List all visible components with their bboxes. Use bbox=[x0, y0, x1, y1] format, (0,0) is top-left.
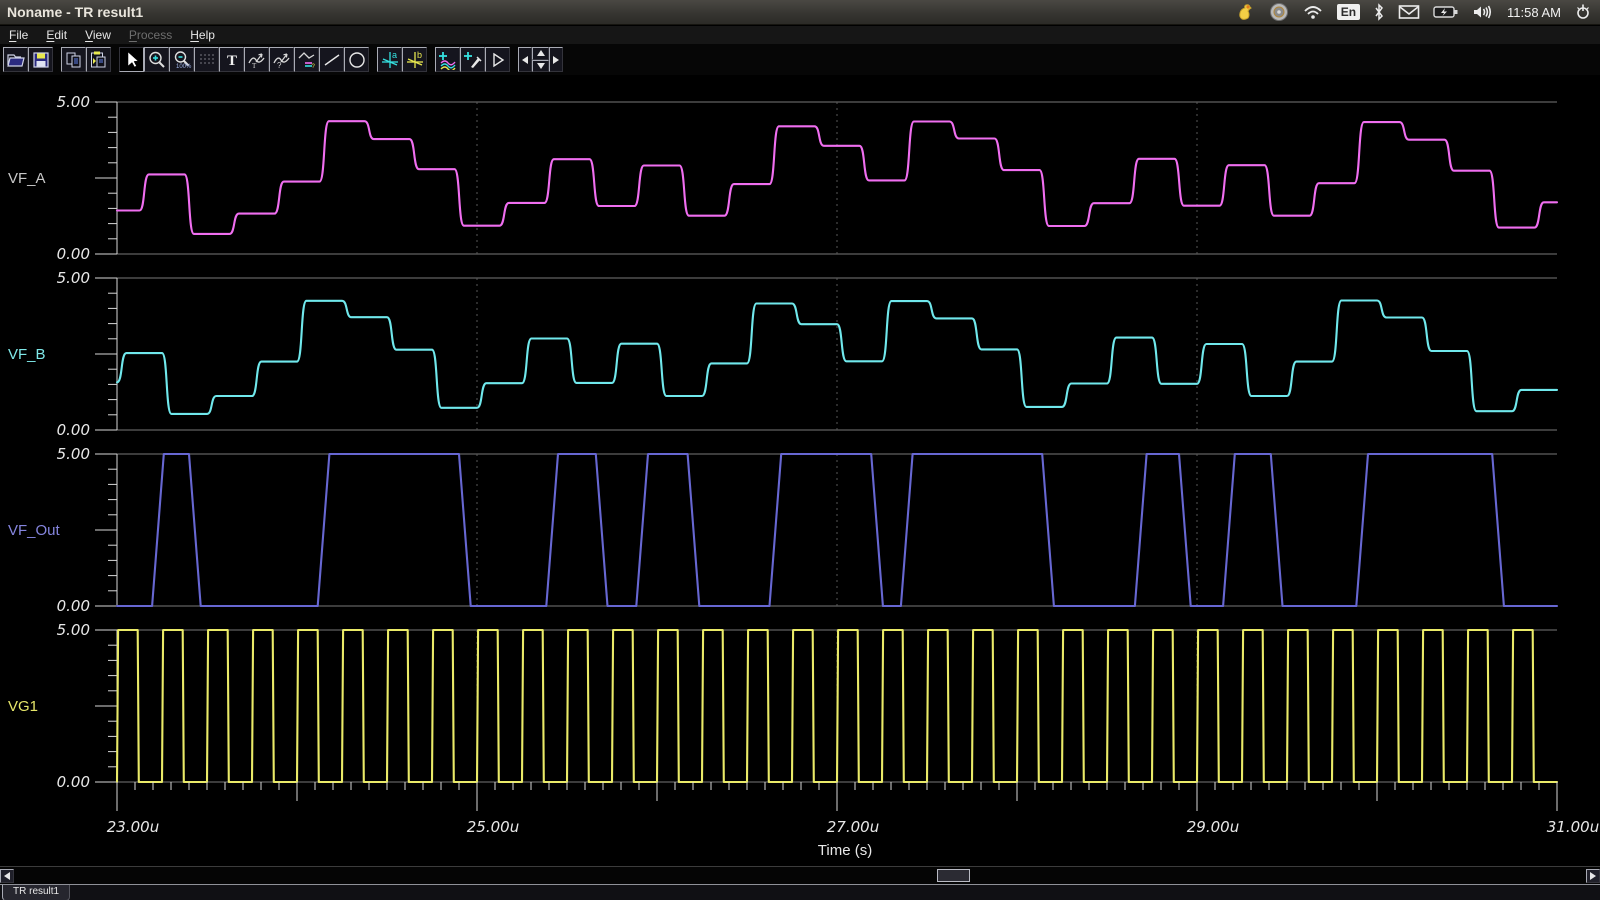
menu-process[interactable]: Process bbox=[120, 28, 181, 42]
tab-tr-result1[interactable]: TR result1 bbox=[2, 885, 70, 900]
snap-grid-button[interactable] bbox=[194, 47, 219, 72]
open-button[interactable] bbox=[3, 47, 28, 72]
clock-text[interactable]: 11:58 AM bbox=[1507, 5, 1561, 20]
y-max-label: 5.00 bbox=[57, 445, 90, 463]
trace-VF_Out bbox=[117, 454, 1557, 606]
svg-text:T: T bbox=[252, 62, 257, 70]
x-tick-label: 29.00u bbox=[1187, 818, 1239, 836]
paste-button[interactable] bbox=[86, 47, 111, 72]
ellipse-tool-button[interactable] bbox=[344, 47, 369, 72]
axis-b-button[interactable]: b bbox=[402, 47, 427, 72]
x-tick-label: 27.00u bbox=[827, 818, 879, 836]
scrollbar-thumb[interactable] bbox=[937, 869, 970, 882]
y-min-label: 0.00 bbox=[57, 597, 90, 615]
svg-text:?: ? bbox=[311, 64, 315, 70]
save-button[interactable] bbox=[28, 47, 53, 72]
svg-text:b: b bbox=[417, 50, 422, 60]
system-tray: En 11:58 AM bbox=[1236, 2, 1592, 22]
spin-down-button[interactable] bbox=[532, 60, 549, 73]
line-tool-button[interactable] bbox=[319, 47, 344, 72]
scroll-left-button[interactable] bbox=[518, 47, 532, 72]
y-min-label: 0.00 bbox=[57, 245, 90, 263]
spin-up-button[interactable] bbox=[532, 47, 549, 60]
measure-button[interactable]: ? bbox=[294, 47, 319, 72]
y-min-label: 0.00 bbox=[57, 773, 90, 791]
speaker-icon[interactable] bbox=[1472, 4, 1494, 20]
svg-text:100%: 100% bbox=[176, 64, 192, 70]
power-gear-icon[interactable] bbox=[1574, 3, 1592, 21]
keyboard-layout-badge[interactable]: En bbox=[1337, 4, 1360, 20]
zoom-in-button[interactable] bbox=[144, 47, 169, 72]
menu-file[interactable]: File bbox=[0, 28, 37, 42]
bluetooth-icon[interactable] bbox=[1373, 3, 1385, 21]
horizontal-scrollbar[interactable] bbox=[0, 866, 1600, 884]
svg-text:a: a bbox=[392, 50, 397, 60]
signal-label-VF_Out: VF_Out bbox=[8, 522, 61, 539]
volume-app-icon[interactable] bbox=[1269, 2, 1289, 22]
add-curves-button[interactable] bbox=[435, 47, 460, 72]
signal-label-VF_A: VF_A bbox=[8, 170, 46, 187]
scrollbar-left-arrow[interactable] bbox=[0, 869, 14, 883]
y-min-label: 0.00 bbox=[57, 421, 90, 439]
wifi-icon[interactable] bbox=[1302, 3, 1324, 21]
svg-text:T: T bbox=[226, 53, 236, 69]
svg-text:?: ? bbox=[277, 61, 282, 70]
y-max-label: 5.00 bbox=[57, 621, 90, 639]
copy-button[interactable] bbox=[61, 47, 86, 72]
x-tick-label: 31.00u bbox=[1547, 818, 1599, 836]
zoom-out-100-button[interactable]: 100% bbox=[169, 47, 194, 72]
select-arrow-button[interactable] bbox=[119, 47, 144, 72]
scroll-right-button[interactable] bbox=[549, 47, 563, 72]
waveform-svg: 5.00 0.00 VF_A 5.00 0.00 VF_B 5.00 0.00 VF_Out 5.… bbox=[0, 75, 1600, 866]
window-title: Noname - TR result1 bbox=[7, 4, 143, 20]
menu-view[interactable]: View bbox=[76, 28, 120, 42]
battery-icon[interactable] bbox=[1433, 5, 1459, 19]
probe-add-button[interactable] bbox=[460, 47, 485, 72]
play-button[interactable] bbox=[485, 47, 510, 72]
scrollbar-right-arrow[interactable] bbox=[1586, 869, 1600, 883]
signal-label-VF_B: VF_B bbox=[8, 346, 46, 363]
probe-query-button[interactable]: ? bbox=[269, 47, 294, 72]
menu-edit[interactable]: Edit bbox=[37, 28, 76, 42]
titlebar: Noname - TR result1 En bbox=[0, 0, 1600, 25]
toolbar: 100% T T ? ? a b bbox=[0, 44, 1600, 75]
x-axis-title: Time (s) bbox=[780, 842, 910, 859]
axis-a-button[interactable]: a bbox=[377, 47, 402, 72]
menubar: File Edit View Process Help bbox=[0, 26, 1600, 44]
app-window: Noname - TR result1 En bbox=[0, 0, 1600, 900]
y-max-label: 5.00 bbox=[57, 269, 90, 287]
vertical-spinner[interactable] bbox=[532, 47, 549, 72]
menu-help[interactable]: Help bbox=[181, 28, 224, 42]
signal-label-VG1: VG1 bbox=[8, 698, 38, 715]
app-duck-icon[interactable] bbox=[1236, 2, 1256, 22]
text-tool-button[interactable]: T bbox=[219, 47, 244, 72]
trace-VG1 bbox=[117, 630, 1557, 782]
waveform-plot-area[interactable]: 5.00 0.00 VF_A 5.00 0.00 VF_B 5.00 0.00 VF_Out 5.… bbox=[0, 75, 1600, 866]
result-tab-bar: TR result1 bbox=[0, 884, 1600, 900]
mail-icon[interactable] bbox=[1398, 4, 1420, 20]
y-max-label: 5.00 bbox=[57, 93, 90, 111]
probe-voltage-button[interactable]: T bbox=[244, 47, 269, 72]
x-tick-label: 25.00u bbox=[467, 818, 519, 836]
x-tick-label: 23.00u bbox=[107, 818, 159, 836]
